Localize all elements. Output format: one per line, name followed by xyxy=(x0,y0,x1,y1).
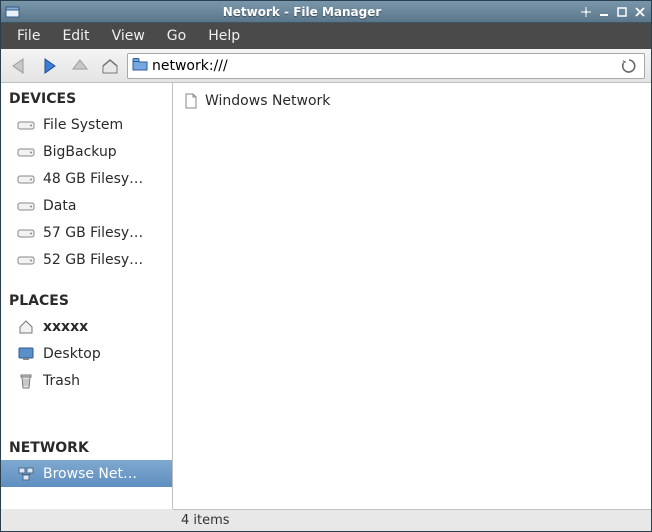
maximize-button[interactable] xyxy=(615,5,629,19)
folder-icon xyxy=(132,57,148,75)
sidebar-item-label: xxxxx xyxy=(43,319,164,335)
menu-edit[interactable]: Edit xyxy=(52,25,99,47)
home-button[interactable] xyxy=(97,53,123,79)
network-icon xyxy=(17,466,35,482)
drive-icon xyxy=(17,171,35,187)
sidebar-item-device[interactable]: 57 GB Filesy… xyxy=(1,219,172,246)
window: Network - File Manager File Edit View Go… xyxy=(0,0,652,532)
sidebar-item-browse-network[interactable]: Browse Net… xyxy=(1,460,172,487)
home-icon xyxy=(17,319,35,335)
sidebar-item-desktop[interactable]: Desktop xyxy=(1,340,172,367)
sidebar-item-label: Trash xyxy=(43,373,164,389)
sidebar-item-label: 48 GB Filesy… xyxy=(43,171,164,187)
menu-help[interactable]: Help xyxy=(198,25,250,47)
location-bar[interactable] xyxy=(127,53,645,79)
drive-icon xyxy=(17,225,35,241)
sidebar: DEVICES File System BigBackup 48 GB File… xyxy=(1,83,173,509)
sidebar-item-label: Desktop xyxy=(43,346,164,362)
sidebar-item-trash[interactable]: Trash xyxy=(1,367,172,394)
window-controls xyxy=(579,5,647,19)
status-text: 4 items xyxy=(181,513,230,528)
file-icon xyxy=(183,93,199,109)
drive-icon xyxy=(17,252,35,268)
reload-button[interactable] xyxy=(618,55,640,77)
sidebar-item-label: Browse Net… xyxy=(43,466,164,482)
sidebar-item-device[interactable]: 48 GB Filesy… xyxy=(1,165,172,192)
close-button[interactable] xyxy=(633,5,647,19)
up-button[interactable] xyxy=(67,53,93,79)
sidebar-item-label: BigBackup xyxy=(43,144,164,160)
network-header: NETWORK xyxy=(1,432,172,460)
location-input[interactable] xyxy=(152,58,614,74)
sidebar-item-home[interactable]: xxxxx xyxy=(1,313,172,340)
toolbar xyxy=(1,49,651,83)
drive-icon xyxy=(17,117,35,133)
back-button[interactable] xyxy=(7,53,33,79)
minimize-button[interactable] xyxy=(597,5,611,19)
titlebar[interactable]: Network - File Manager xyxy=(1,1,651,23)
window-title: Network - File Manager xyxy=(25,5,579,19)
sidebar-item-device[interactable]: BigBackup xyxy=(1,138,172,165)
desktop-icon xyxy=(17,346,35,362)
sidebar-item-label: 52 GB Filesy… xyxy=(43,252,164,268)
drive-icon xyxy=(17,144,35,160)
drive-icon xyxy=(17,198,35,214)
forward-button[interactable] xyxy=(37,53,63,79)
menu-file[interactable]: File xyxy=(7,25,50,47)
file-item-label: Windows Network xyxy=(205,93,330,109)
menubar: File Edit View Go Help xyxy=(1,23,651,49)
sidebar-item-label: File System xyxy=(43,117,164,133)
menu-view[interactable]: View xyxy=(102,25,155,47)
menu-go[interactable]: Go xyxy=(157,25,196,47)
statusbar: 4 items xyxy=(173,509,651,531)
sidebar-item-label: 57 GB Filesy… xyxy=(43,225,164,241)
places-header: PLACES xyxy=(1,285,172,313)
sidebar-item-device[interactable]: File System xyxy=(1,111,172,138)
stick-button[interactable] xyxy=(579,5,593,19)
devices-header: DEVICES xyxy=(1,83,172,111)
sidebar-item-label: Data xyxy=(43,198,164,214)
trash-icon xyxy=(17,373,35,389)
sidebar-item-device[interactable]: 52 GB Filesy… xyxy=(1,246,172,273)
app-icon xyxy=(5,4,21,20)
sidebar-item-device[interactable]: Data xyxy=(1,192,172,219)
content-pane[interactable]: Windows Network xyxy=(173,83,651,509)
body: DEVICES File System BigBackup 48 GB File… xyxy=(1,83,651,509)
file-item-windows-network[interactable]: Windows Network xyxy=(183,91,641,111)
